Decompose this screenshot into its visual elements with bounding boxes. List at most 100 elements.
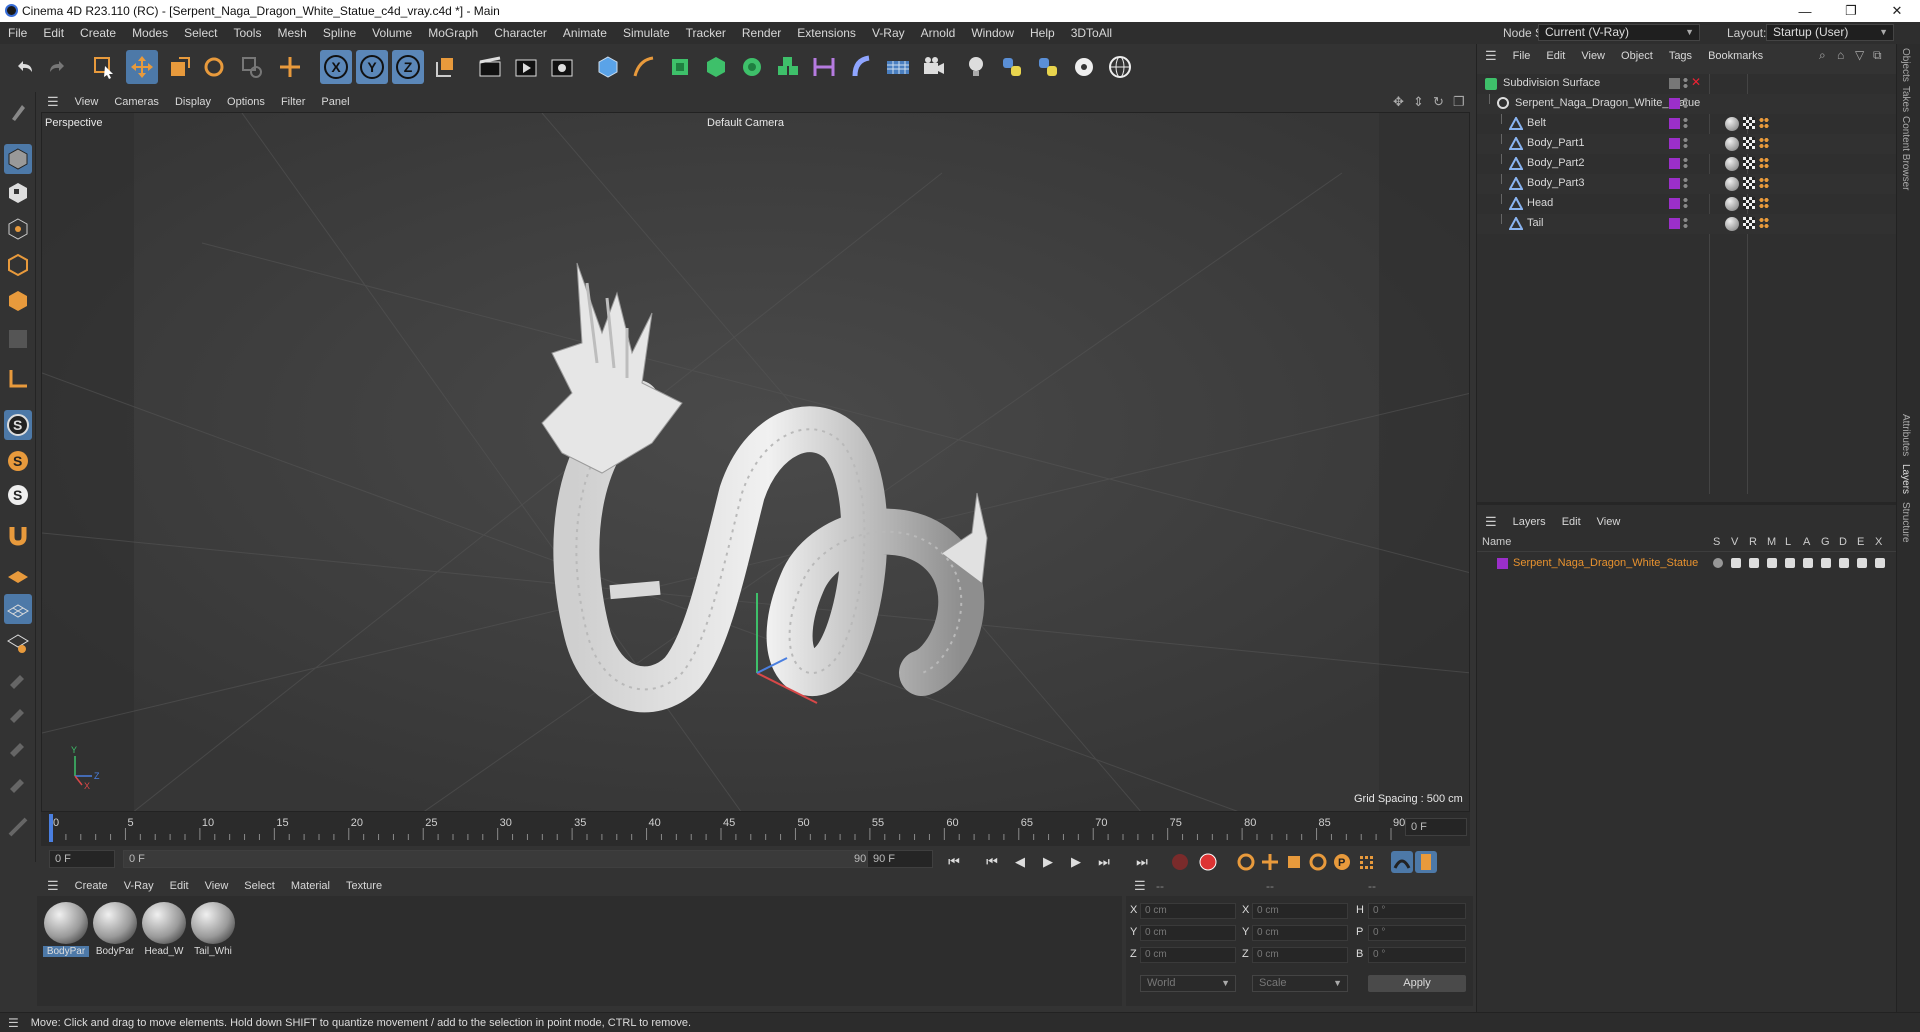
scale-tool-button[interactable] — [164, 50, 196, 84]
workplane-grid-button[interactable] — [4, 594, 32, 624]
coordinate-system-button[interactable] — [430, 50, 462, 84]
visibility-dots-icon[interactable] — [1683, 177, 1688, 190]
viewport-menu-view[interactable]: View — [67, 96, 107, 108]
menu-tracker[interactable]: Tracker — [678, 26, 734, 40]
material-menu-edit[interactable]: Edit — [162, 880, 197, 892]
snap-settings-button[interactable]: S — [4, 446, 32, 476]
floor-button[interactable] — [882, 50, 914, 84]
layer-color-swatch[interactable] — [1669, 218, 1680, 229]
cloner-button[interactable] — [736, 50, 768, 84]
menu-3dtoall[interactable]: 3DToAll — [1063, 26, 1120, 40]
key-parameter-button[interactable]: P — [1331, 851, 1353, 873]
hamburger-icon[interactable]: ☰ — [1134, 878, 1146, 894]
layer-menu-edit[interactable]: Edit — [1554, 516, 1589, 528]
material-menu-select[interactable]: Select — [236, 880, 283, 892]
vray-tag-icon[interactable] — [1759, 157, 1769, 169]
end-frame-field[interactable]: 90 F — [867, 850, 933, 868]
playhead[interactable] — [49, 814, 53, 842]
enabled-check-icon[interactable] — [1669, 78, 1680, 89]
brush-tool-button[interactable] — [4, 732, 32, 762]
menu-select[interactable]: Select — [176, 26, 225, 40]
deformer-button[interactable] — [846, 50, 878, 84]
x-axis-lock-button[interactable]: X — [320, 50, 352, 84]
layer-color-swatch[interactable] — [1669, 198, 1680, 209]
polygon-mode-button[interactable] — [4, 286, 32, 316]
hamburger-icon[interactable]: ☰ — [47, 878, 59, 894]
model-mode-button[interactable] — [4, 144, 32, 174]
preview-range-slider[interactable]: 0 F 90 F — [123, 850, 883, 868]
live-selection-button[interactable] — [88, 50, 120, 84]
layer-color-swatch[interactable] — [1669, 158, 1680, 169]
side-tab-layers[interactable]: Layers — [1900, 464, 1911, 494]
key-scale-button[interactable] — [1283, 851, 1305, 873]
fracture-button[interactable] — [772, 50, 804, 84]
menu-tools[interactable]: Tools — [225, 26, 269, 40]
material-tag-icon[interactable] — [1725, 117, 1739, 131]
material-menu-view[interactable]: View — [197, 880, 237, 892]
rotate-tool-button[interactable] — [198, 50, 230, 84]
menu-mograph[interactable]: MoGraph — [420, 26, 486, 40]
material-swatch[interactable]: BodyPar — [92, 902, 138, 960]
make-editable-button[interactable] — [4, 96, 32, 126]
maximize-button[interactable]: ❐ — [1828, 0, 1874, 22]
current-frame-field[interactable]: 0 F — [1405, 818, 1467, 836]
visibility-dots-icon[interactable] — [1683, 77, 1688, 90]
hamburger-icon[interactable]: ☰ — [8, 1016, 19, 1030]
home-icon[interactable]: ⌂ — [1837, 48, 1844, 62]
uv-mode-button[interactable] — [4, 324, 32, 354]
material-menu-create[interactable]: Create — [67, 880, 116, 892]
visibility-dots-icon[interactable] — [1683, 197, 1688, 210]
key-rotation-button[interactable] — [1307, 851, 1329, 873]
viewport-menu-display[interactable]: Display — [167, 96, 219, 108]
camera-label[interactable]: Default Camera — [707, 117, 784, 129]
coordinate-mode-dropdown[interactable]: Scale ▼ — [1252, 975, 1348, 992]
material-swatch[interactable]: BodyPar — [43, 902, 89, 960]
layout-dropdown[interactable]: Startup (User) ▼ — [1766, 24, 1894, 41]
rotation-field[interactable]: 0 ° — [1368, 925, 1466, 941]
visibility-dots-icon[interactable] — [1683, 117, 1688, 130]
object-menu-view[interactable]: View — [1573, 50, 1613, 62]
new-window-icon[interactable]: ⧉ — [1873, 48, 1882, 63]
hamburger-icon[interactable]: ☰ — [1485, 48, 1497, 64]
python-script-button[interactable] — [996, 50, 1028, 84]
pan-view-icon[interactable]: ✥ — [1393, 94, 1404, 110]
material-swatch[interactable]: Head_W — [141, 902, 187, 960]
side-tab-content-browser[interactable]: Content Browser — [1900, 116, 1911, 190]
move-tool-button[interactable] — [126, 50, 158, 84]
menu-extensions[interactable]: Extensions — [789, 26, 864, 40]
render-view-button[interactable] — [474, 50, 506, 84]
side-tab-takes[interactable]: Takes — [1900, 86, 1911, 112]
material-menu-material[interactable]: Material — [283, 880, 338, 892]
visibility-dots-icon[interactable] — [1683, 217, 1688, 230]
viewport-menu-cameras[interactable]: Cameras — [106, 96, 167, 108]
cube-object-button[interactable] — [592, 50, 624, 84]
node-space-dropdown[interactable]: Current (V-Ray) ▼ — [1538, 24, 1700, 41]
timeline-ruler[interactable]: 0 5 10 15 20 25 30 35 40 45 50 55 60 65 70 75 80 85 90 0 F — [41, 812, 1470, 846]
panel-divider[interactable] — [1477, 502, 1897, 505]
object-row[interactable]: Subdivision Surface ✕ — [1477, 74, 1897, 94]
animation-play-icon[interactable] — [1803, 558, 1813, 568]
menu-modes[interactable]: Modes — [124, 26, 176, 40]
apply-button[interactable]: Apply — [1368, 975, 1466, 992]
xref-icon[interactable] — [1875, 558, 1885, 568]
redo-button[interactable] — [42, 50, 74, 84]
object-row[interactable]: Serpent_Naga_Dragon_White_Statue — [1477, 94, 1897, 114]
snap-enable-button[interactable]: S — [4, 410, 32, 440]
layer-color-swatch[interactable] — [1669, 178, 1680, 189]
menu-animate[interactable]: Animate — [555, 26, 615, 40]
viewport-menu-options[interactable]: Options — [219, 96, 273, 108]
size-field[interactable]: 0 cm — [1252, 947, 1348, 963]
render-settings-button[interactable] — [546, 50, 578, 84]
material-tag-icon[interactable] — [1725, 217, 1739, 231]
key-position-button[interactable] — [1259, 851, 1281, 873]
layer-color-swatch[interactable] — [1669, 118, 1680, 129]
sculpt-tool-button[interactable] — [4, 698, 32, 728]
layer-row[interactable]: Serpent_Naga_Dragon_White_Statue — [1477, 554, 1897, 572]
object-row[interactable]: Body_Part1 — [1477, 134, 1897, 154]
size-field[interactable]: 0 cm — [1252, 925, 1348, 941]
menu-volume[interactable]: Volume — [364, 26, 420, 40]
hamburger-icon[interactable]: ☰ — [1485, 514, 1497, 530]
texture-tag-icon[interactable] — [1743, 197, 1755, 209]
menu-file[interactable]: File — [0, 26, 35, 40]
menu-create[interactable]: Create — [72, 26, 124, 40]
